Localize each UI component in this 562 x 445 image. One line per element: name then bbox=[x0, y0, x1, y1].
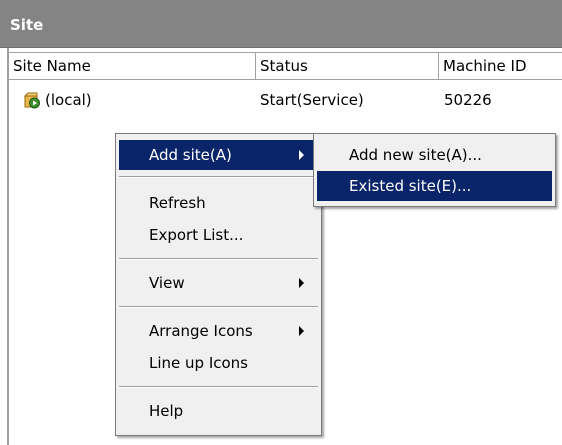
menu-item-add-site[interactable]: Add site(A) bbox=[119, 140, 318, 170]
menu-item-label: Help bbox=[149, 402, 184, 420]
menu-item-export-list[interactable]: Export List... bbox=[119, 220, 318, 250]
table-row[interactable]: (local) Start(Service) 50226 bbox=[9, 88, 562, 112]
menu-item-existed-site[interactable]: Existed site(E)... bbox=[317, 171, 552, 201]
menu-item-label: Refresh bbox=[149, 194, 206, 212]
menu-item-help[interactable]: Help bbox=[119, 396, 318, 426]
title-bar: Site bbox=[0, 0, 562, 48]
list-header: Site Name Status Machine ID bbox=[9, 52, 562, 80]
context-menu: Add site(A) Refresh Export List... View … bbox=[115, 133, 322, 436]
column-header-machine-id[interactable]: Machine ID bbox=[439, 53, 562, 79]
submenu-arrow-icon bbox=[299, 278, 304, 288]
menu-item-label: Export List... bbox=[149, 226, 244, 244]
submenu-arrow-icon bbox=[299, 150, 304, 160]
status-cell: Start(Service) bbox=[260, 91, 364, 109]
add-site-submenu: Add new site(A)... Existed site(E)... bbox=[313, 133, 556, 207]
site-window: Site Site Name Status Machine ID (local)… bbox=[0, 0, 562, 445]
column-header-status[interactable]: Status bbox=[256, 53, 439, 79]
submenu-arrow-icon bbox=[299, 326, 304, 336]
menu-item-refresh[interactable]: Refresh bbox=[119, 188, 318, 218]
site-name-cell: (local) bbox=[45, 91, 92, 109]
menu-separator bbox=[119, 386, 318, 388]
menu-item-label: Existed site(E)... bbox=[349, 177, 472, 195]
menu-item-label: Add site(A) bbox=[149, 146, 232, 164]
menu-separator bbox=[119, 306, 318, 308]
menu-item-label: View bbox=[149, 274, 185, 292]
menu-item-label: Add new site(A)... bbox=[349, 146, 482, 164]
menu-item-label: Arrange Icons bbox=[149, 322, 253, 340]
menu-separator bbox=[119, 176, 318, 178]
menu-item-view[interactable]: View bbox=[119, 268, 318, 298]
menu-item-add-new-site[interactable]: Add new site(A)... bbox=[317, 140, 552, 170]
menu-item-label: Line up Icons bbox=[149, 354, 248, 372]
menu-separator bbox=[119, 258, 318, 260]
column-header-site-name[interactable]: Site Name bbox=[9, 53, 256, 79]
machine-id-cell: 50226 bbox=[444, 91, 492, 109]
menu-item-arrange-icons[interactable]: Arrange Icons bbox=[119, 316, 318, 346]
menu-item-line-up-icons[interactable]: Line up Icons bbox=[119, 348, 318, 378]
window-title: Site bbox=[10, 16, 44, 34]
